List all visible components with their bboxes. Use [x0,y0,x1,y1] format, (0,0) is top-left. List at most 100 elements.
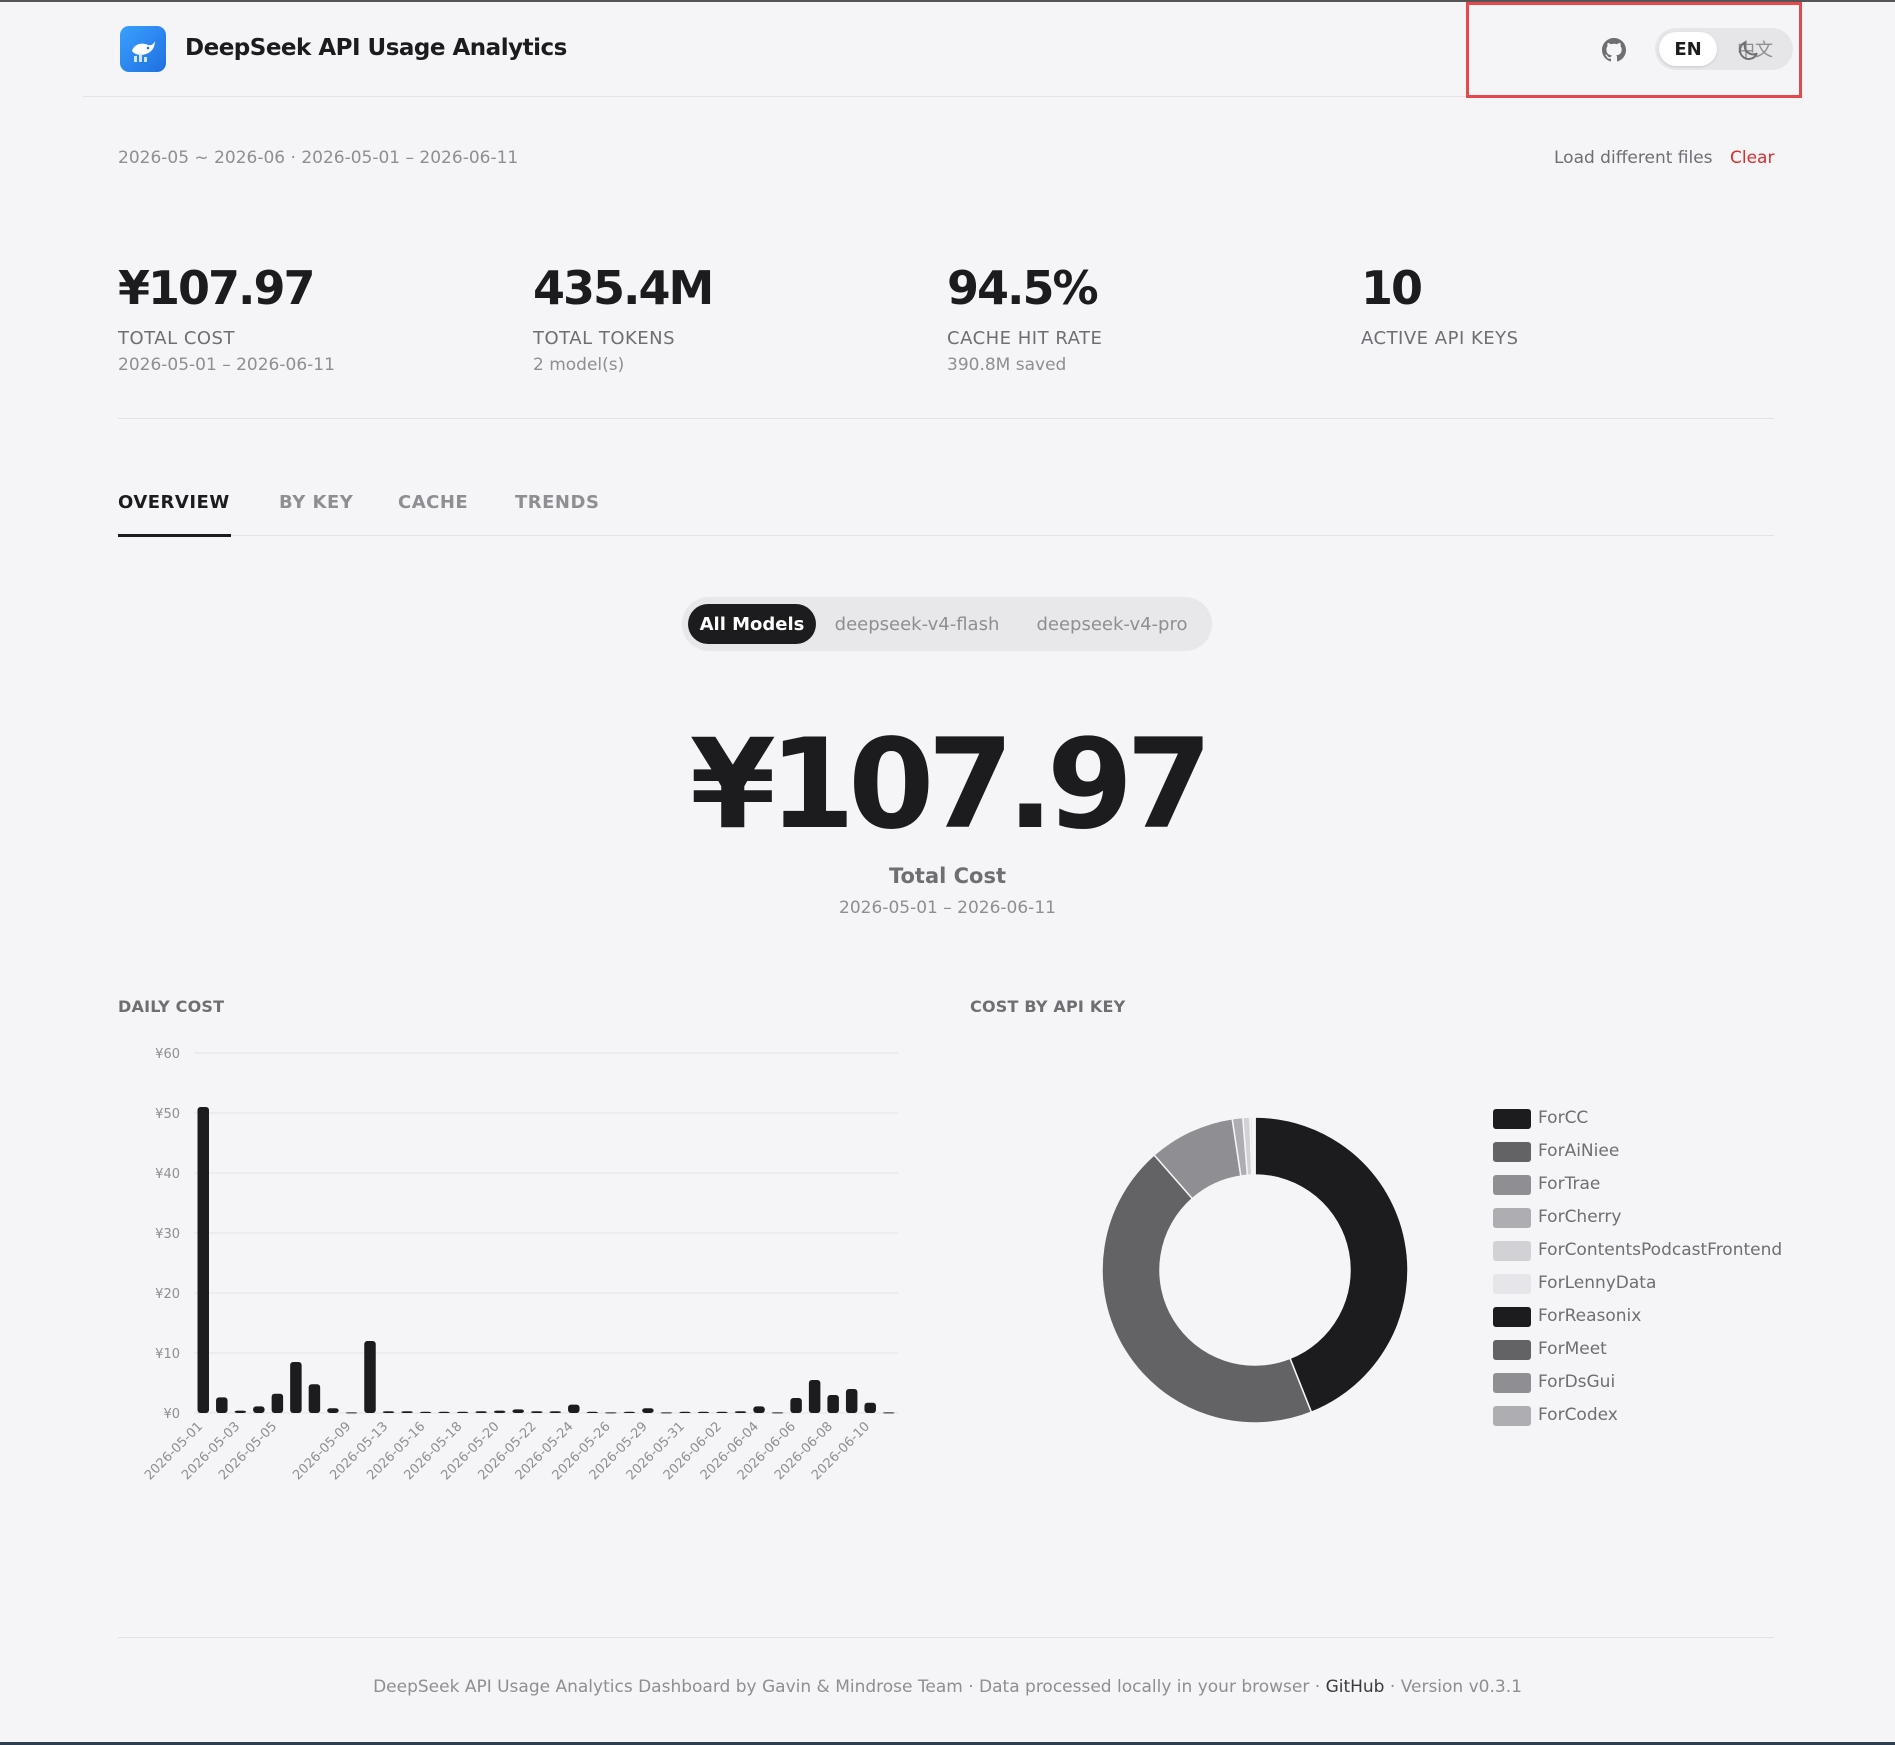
y-tick-label: ¥30 [155,1227,180,1242]
bar [456,1411,469,1413]
bar [438,1411,450,1413]
bar [771,1412,784,1414]
y-tick-label: ¥10 [155,1347,180,1362]
legend-item[interactable]: ForCodex [1493,1402,1793,1435]
bar [364,1341,376,1413]
pie-slice [1101,1153,1313,1424]
cost-by-key-chart [1101,1116,1409,1424]
bar [512,1409,524,1413]
clear-link[interactable]: Clear [1730,148,1774,168]
legend-item[interactable]: ForTrae [1493,1171,1793,1204]
bar [345,1412,358,1414]
legend-swatch [1493,1340,1531,1360]
legend-swatch [1493,1274,1531,1294]
bar [197,1107,210,1413]
bar [827,1395,839,1413]
tab-trends[interactable]: TRENDS [515,492,599,513]
legend-label: ForCherry [1538,1207,1622,1227]
bar [493,1410,506,1413]
bar [234,1410,247,1413]
legend-label: ForCC [1538,1108,1589,1128]
highlight-box [1466,2,1802,98]
cost-by-key-title: COST BY API KEY [970,997,1126,1016]
bar [290,1362,302,1413]
model-flash-button[interactable]: deepseek-v4-flash [822,604,1012,644]
legend-label: ForMeet [1538,1339,1607,1359]
legend-item[interactable]: ForAiNiee [1493,1138,1793,1171]
legend-swatch [1493,1307,1531,1327]
stat-total-cost: ¥107.97 TOTAL COST 2026-05-01 – 2026-06-… [118,262,518,375]
legend-label: ForLennyData [1538,1273,1657,1293]
total-cost-label: Total Cost [888,864,1007,888]
bar [734,1411,747,1413]
stat-label: TOTAL COST [118,328,235,349]
stat-sub: 2 model(s) [533,355,625,375]
bar [586,1411,599,1413]
tab-overview[interactable]: OVERVIEW [118,492,230,513]
stat-total-tokens: 435.4M TOTAL TOKENS 2 model(s) [533,262,933,375]
bar [401,1411,413,1413]
legend-swatch [1493,1373,1531,1393]
legend-item[interactable]: ForMeet [1493,1336,1793,1369]
total-cost-range: 2026-05-01 – 2026-06-11 [839,898,1056,918]
bar [753,1406,765,1413]
legend-item[interactable]: ForCC [1493,1105,1793,1138]
model-pro-button[interactable]: deepseek-v4-pro [1018,604,1206,644]
legend-item[interactable]: ForDsGui [1493,1369,1793,1402]
legend-item[interactable]: ForLennyData [1493,1270,1793,1303]
legend-item[interactable]: ForCherry [1493,1204,1793,1237]
legend-swatch [1493,1406,1531,1426]
footer-github-link[interactable]: GitHub [1326,1677,1385,1697]
legend-swatch [1493,1175,1531,1195]
bar [475,1411,487,1413]
y-tick-label: ¥50 [155,1107,180,1122]
bar [530,1411,543,1413]
bar [308,1384,321,1413]
daily-cost-chart: ¥0¥10¥20¥30¥40¥50¥602026-05-012026-05-03… [142,1047,898,1483]
bar [605,1412,617,1414]
stats-divider [118,418,1774,419]
legend-swatch [1493,1208,1531,1228]
bar [697,1411,710,1413]
bar [642,1408,654,1413]
stat-label: CACHE HIT RATE [947,328,1103,349]
legend-swatch [1493,1142,1531,1162]
stat-value: 94.5% [947,261,1099,315]
bar [271,1393,284,1413]
whale-icon [132,41,155,62]
stat-sub: 2026-05-01 – 2026-06-11 [118,355,335,375]
bar [419,1411,432,1413]
bar [623,1411,636,1413]
bar [549,1411,562,1413]
bar [216,1397,228,1413]
legend-swatch [1493,1241,1531,1261]
y-tick-label: ¥60 [155,1047,180,1062]
legend-label: ForReasonix [1538,1306,1642,1326]
legend-label: ForTrae [1538,1174,1601,1194]
footer-text: DeepSeek API Usage Analytics Dashboard b… [373,1677,1326,1697]
y-tick-label: ¥20 [155,1287,180,1302]
bar [790,1398,802,1413]
bar [382,1411,395,1413]
load-files-link[interactable]: Load different files [1554,148,1713,168]
app-logo [120,26,166,72]
tab-cache[interactable]: CACHE [398,492,468,513]
model-all-button[interactable]: All Models [688,604,816,644]
bar [568,1404,580,1413]
legend-item[interactable]: ForReasonix [1493,1303,1793,1336]
tab-by-key[interactable]: BY KEY [279,492,353,513]
stat-value: 435.4M [533,261,714,315]
bar [845,1389,858,1413]
legend-label: ForAiNiee [1538,1141,1620,1161]
stat-cache-hit-rate: 94.5% CACHE HIT RATE 390.8M saved [947,262,1347,375]
legend-item[interactable]: ForContentsPodcastFrontend [1493,1237,1793,1270]
bar [253,1406,265,1413]
bar [716,1411,728,1413]
app-title: DeepSeek API Usage Analytics [185,35,567,61]
bar [327,1408,339,1413]
stat-active-keys: 10 ACTIVE API KEYS [1361,262,1761,355]
tab-bar: OVERVIEW BY KEY CACHE TRENDS [118,480,1774,537]
model-filter: All Models deepseek-v4-flash deepseek-v4… [682,597,1212,651]
legend-label: ForDsGui [1538,1372,1616,1392]
stat-label: ACTIVE API KEYS [1361,328,1519,349]
